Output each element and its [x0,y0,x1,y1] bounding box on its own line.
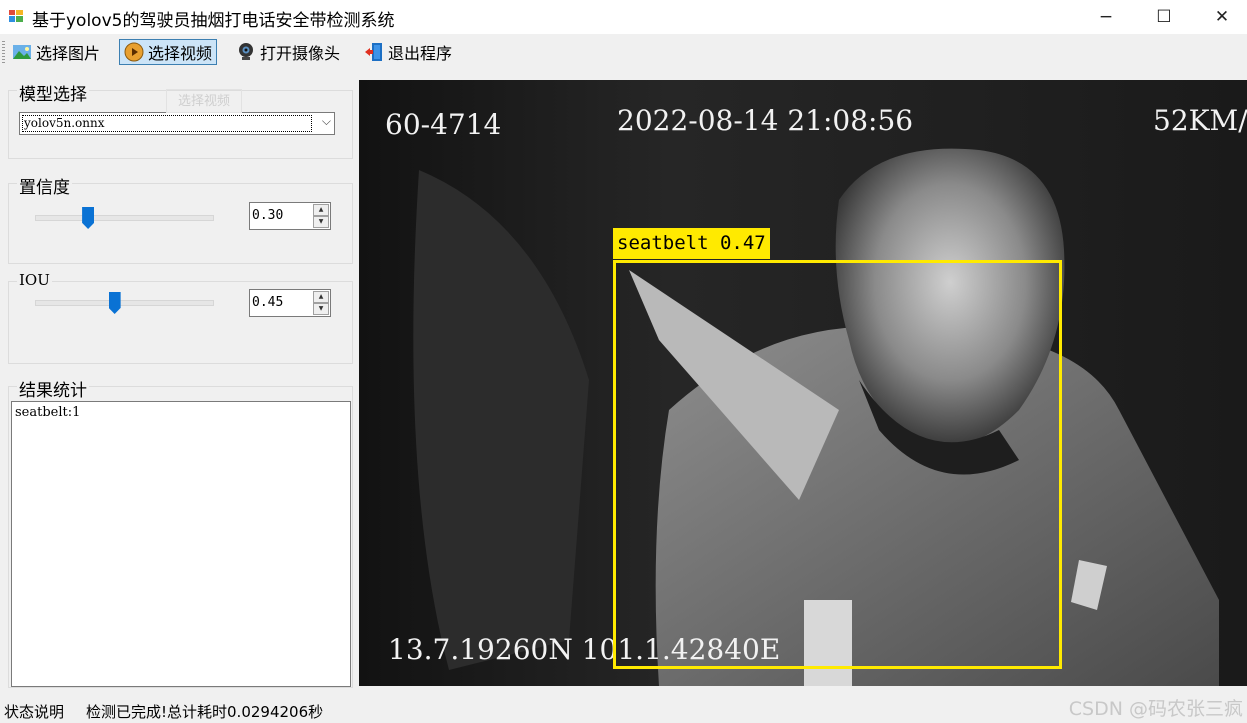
confidence-slider-thumb[interactable] [82,207,95,229]
play-icon [124,42,144,62]
iou-group-legend: IOU [17,271,52,289]
model-select[interactable]: yolov5n.onnx ⌵ [19,112,335,135]
confidence-spinbox[interactable]: 0.30 ▲ ▼ [249,202,331,230]
exit-button[interactable]: 退出程序 [360,39,456,65]
close-button[interactable]: ✕ [1193,0,1247,34]
results-group-legend: 结果统计 [17,376,89,401]
title-bar: 基于yolov5的驾驶员抽烟打电话安全带检测系统 − ☐ ✕ [0,0,1247,34]
model-select-value: yolov5n.onnx [22,115,312,132]
select-video-button[interactable]: 选择视频 [119,39,218,65]
detection-label: seatbelt 0.47 [613,228,770,259]
iou-group: IOU 0.45 ▲ ▼ [8,271,353,364]
confidence-group: 置信度 0.30 ▲ ▼ [8,173,353,264]
open-camera-label: 打开摄像头 [260,44,341,63]
open-camera-button[interactable]: 打开摄像头 [232,39,344,65]
select-image-button[interactable]: 选择图片 [8,39,104,65]
results-textbox[interactable]: seatbelt:1 [11,401,351,687]
confidence-slider-track[interactable] [35,215,214,221]
confidence-value: 0.30 [252,208,284,223]
tooltip: 选择视频 [166,89,242,113]
spin-down-icon[interactable]: ▼ [313,303,329,315]
chevron-down-icon[interactable]: ⌵ [322,114,331,129]
left-panel: 模型选择 yolov5n.onnx ⌵ 置信度 0.30 ▲ ▼ IOU 0.4… [0,72,356,690]
datetime-overlay: 2022-08-14 21:08:56 [617,104,914,137]
status-bar: 状态说明 检测已完成!总计耗时0.0294206秒 CSDN @码农张三疯 [0,694,1247,723]
image-icon [13,45,31,59]
iou-spinbox[interactable]: 0.45 ▲ ▼ [249,289,331,317]
speed-overlay: 52KM/H [1153,104,1247,137]
spin-down-icon[interactable]: ▼ [313,216,329,228]
maximize-button[interactable]: ☐ [1135,0,1193,34]
spin-up-icon[interactable]: ▲ [313,291,329,303]
exit-door-icon [365,43,382,61]
select-video-label: 选择视频 [148,44,213,63]
confidence-group-legend: 置信度 [17,173,72,198]
model-group-legend: 模型选择 [17,80,89,105]
iou-slider-track[interactable] [35,300,214,306]
video-display: 60-4714 2022-08-14 21:08:56 52KM/H 13.7.… [359,80,1247,686]
plate-overlay: 60-4714 [385,108,502,141]
confidence-spin-buttons: ▲ ▼ [313,204,329,228]
status-text: 检测已完成!总计耗时0.0294206秒 [86,703,324,721]
toolbar: 选择图片 选择视频 打开摄像头 退出程序 [0,37,1247,69]
watermark: CSDN @码农张三疯 [1068,698,1243,720]
results-group: 结果统计 seatbelt:1 [8,376,353,688]
spin-up-icon[interactable]: ▲ [313,204,329,216]
iou-slider-thumb[interactable] [108,292,121,314]
iou-value: 0.45 [252,295,284,310]
exit-label: 退出程序 [388,44,453,63]
status-label: 状态说明 [4,703,65,721]
webcam-icon [239,43,253,60]
detection-box [613,260,1062,669]
toolbar-grip[interactable] [2,41,5,63]
app-icon [9,10,23,22]
iou-spin-buttons: ▲ ▼ [313,291,329,315]
window-title: 基于yolov5的驾驶员抽烟打电话安全带检测系统 [32,11,395,31]
minimize-button[interactable]: − [1077,0,1135,34]
select-image-label: 选择图片 [36,44,101,63]
